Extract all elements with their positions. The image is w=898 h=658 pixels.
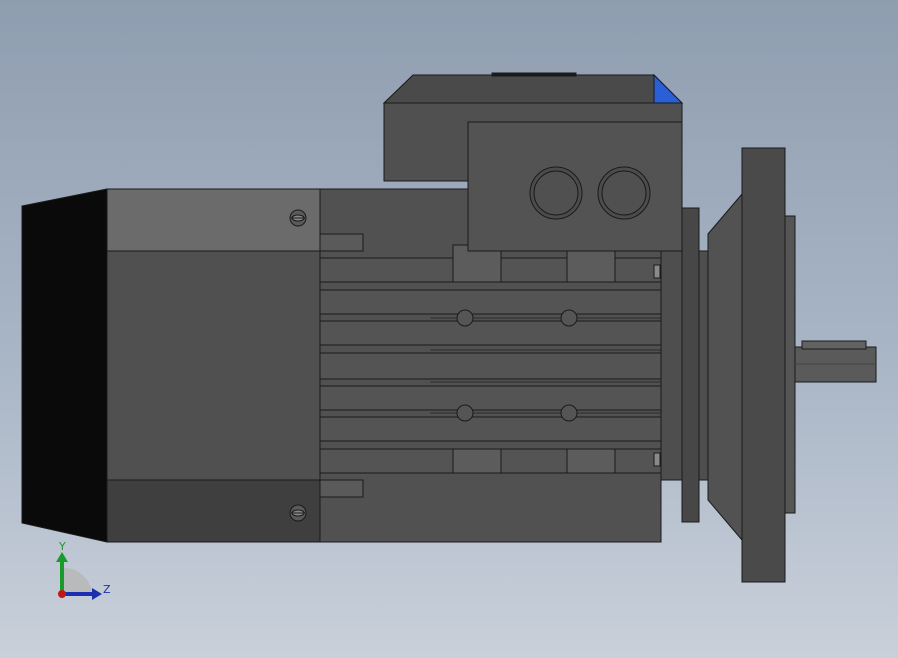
terminal-box-accent: [653, 73, 684, 104]
cooling-fins: [319, 257, 662, 474]
motor-housing-middle: [106, 250, 322, 481]
z-axis-arrow: [92, 588, 102, 600]
flange-spigot: [784, 215, 796, 514]
triad-origin: [58, 590, 66, 598]
housing-screw-bottom: [289, 504, 307, 522]
flange-plate: [741, 147, 786, 583]
fan-cover: [21, 188, 108, 543]
coordinate-triad: Y Z: [56, 540, 111, 600]
motor-housing-upper: [106, 188, 322, 252]
motor-housing-lower: [106, 479, 322, 543]
cad-viewport[interactable]: Y Z: [0, 0, 898, 658]
housing-screw-top: [289, 209, 307, 227]
flange-transition: [707, 192, 743, 542]
y-axis-label: Y: [58, 540, 66, 553]
y-axis-arrow: [56, 552, 68, 562]
shaft-key: [801, 340, 867, 350]
z-axis-label: Z: [103, 583, 111, 596]
cable-gland-right: [597, 166, 651, 220]
motor-model-view[interactable]: Y Z: [0, 0, 898, 658]
end-shield-collar: [681, 207, 700, 523]
cable-gland-left: [529, 166, 583, 220]
triad-plane-quadrant: [62, 567, 92, 594]
